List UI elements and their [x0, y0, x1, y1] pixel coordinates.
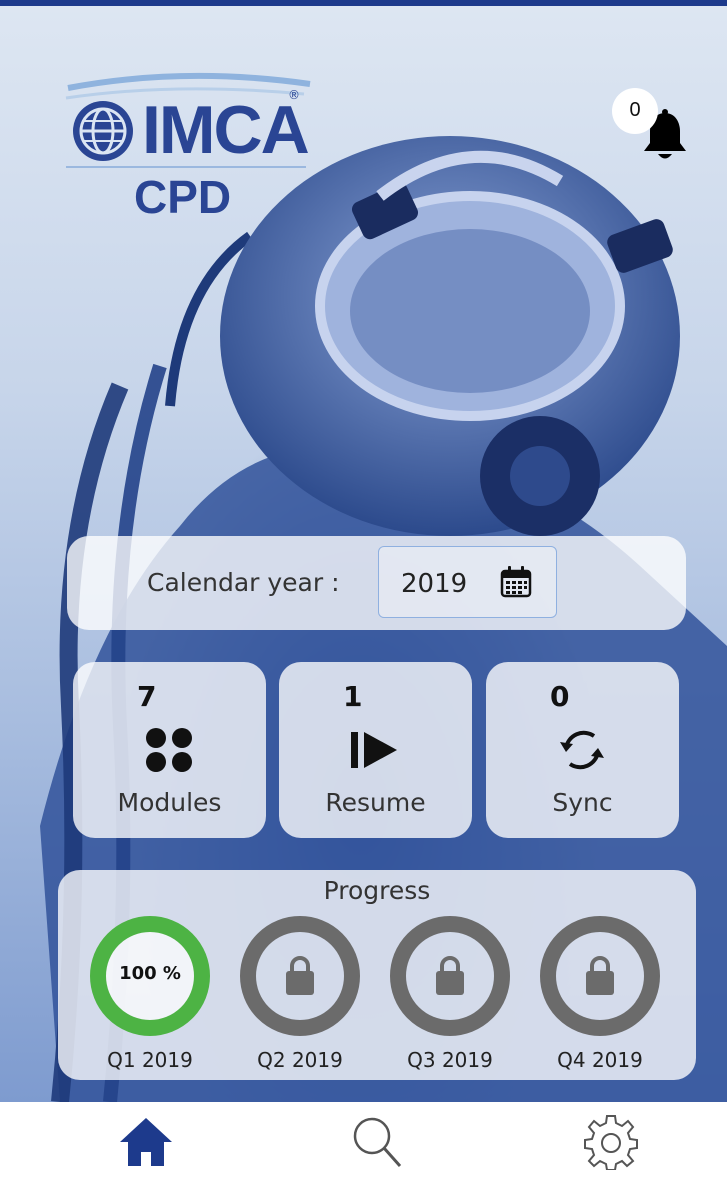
- lock-icon: [586, 956, 614, 995]
- sync-icon: [560, 730, 604, 770]
- nav-search[interactable]: [348, 1112, 406, 1174]
- bottom-navigation: [0, 1102, 727, 1181]
- modules-count: 7: [137, 680, 157, 713]
- logo-registered-mark: ®: [288, 88, 300, 102]
- sync-count: 0: [550, 680, 570, 713]
- progress-ring-q4[interactable]: [538, 914, 662, 1038]
- nav-home[interactable]: [117, 1112, 175, 1174]
- quarter-label-q3: Q3 2019: [407, 1048, 493, 1072]
- quarter-label-q2: Q2 2019: [257, 1048, 343, 1072]
- progress-ring-locked: [240, 916, 360, 1036]
- nav-settings[interactable]: [582, 1112, 640, 1174]
- imca-cpd-logo: IMCA ® CPD: [64, 68, 314, 228]
- resume-count: 1: [343, 680, 363, 713]
- progress-ring-locked: [390, 916, 510, 1036]
- gear-icon[interactable]: [582, 1112, 640, 1171]
- progress-ring-q1[interactable]: 100 %: [88, 914, 212, 1038]
- hero-background: IMCA ® CPD 0 Calendar year : 2019 7 Modu…: [0, 6, 727, 1102]
- progress-title: Progress: [323, 876, 431, 905]
- resume-label: Resume: [325, 788, 426, 817]
- calendar-year-panel: Calendar year : 2019: [67, 536, 686, 630]
- search-icon[interactable]: [348, 1112, 406, 1170]
- sync-tile[interactable]: 0 Sync: [486, 662, 679, 838]
- calendar-year-label: Calendar year :: [147, 568, 340, 597]
- logo-wordmark: IMCA: [142, 92, 310, 168]
- logo-divider: [66, 166, 306, 168]
- notification-count-badge: 0: [612, 88, 658, 134]
- progress-q1-value: 100 %: [119, 963, 181, 984]
- calendar-year-value: 2019: [401, 569, 468, 599]
- resume-tile[interactable]: 1 Resume: [279, 662, 472, 838]
- modules-label: Modules: [117, 788, 222, 817]
- progress-panel: Progress 100 % Q1 2019 Q2 2019 Q3 2019 Q…: [58, 870, 696, 1080]
- progress-ring-q3[interactable]: [388, 914, 512, 1038]
- sync-label: Sync: [552, 788, 613, 817]
- quarter-label-q4: Q4 2019: [557, 1048, 643, 1072]
- lock-icon: [286, 956, 314, 995]
- lock-icon: [436, 956, 464, 995]
- calendar-icon[interactable]: [499, 565, 533, 599]
- resume-play-icon: [351, 732, 397, 768]
- progress-ring-locked: [540, 916, 660, 1036]
- quarter-label-q1: Q1 2019: [107, 1048, 193, 1072]
- modules-tile[interactable]: 7 Modules: [73, 662, 266, 838]
- progress-ring-q2[interactable]: [238, 914, 362, 1038]
- globe-icon: [73, 101, 133, 161]
- logo-subtitle: CPD: [134, 171, 232, 223]
- modules-dots-icon: [146, 728, 192, 772]
- home-icon[interactable]: [117, 1112, 175, 1170]
- calendar-year-picker[interactable]: 2019: [378, 546, 557, 618]
